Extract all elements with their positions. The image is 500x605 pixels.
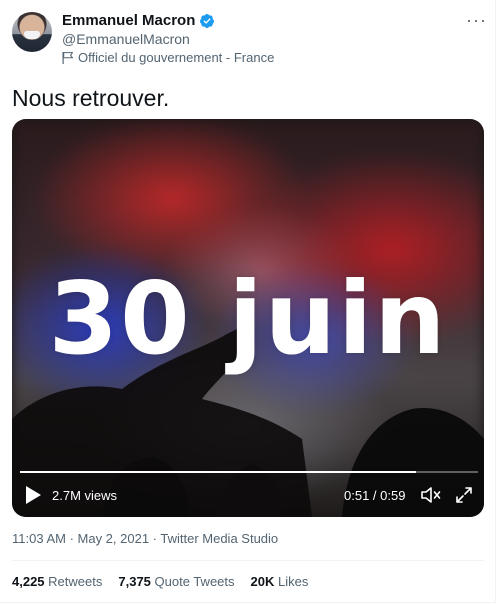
quote-tweets-label: Quote Tweets: [154, 574, 235, 589]
video-progress-bar[interactable]: [20, 471, 478, 473]
verified-badge-icon: [200, 13, 215, 28]
quote-tweets-stat[interactable]: 7,375 Quote Tweets: [118, 574, 234, 589]
video-progress-fill: [20, 471, 416, 473]
tweet-text: Nous retrouver.: [12, 85, 170, 111]
tweet-timestamp[interactable]: 11:03 AM · May 2, 2021 · Twitter Media S…: [12, 531, 278, 546]
government-label: Officiel du gouvernement - France: [62, 50, 274, 65]
video-overlay-text: 30 juin: [48, 260, 448, 377]
play-icon[interactable]: [24, 485, 42, 505]
likes-label: Likes: [278, 574, 309, 589]
more-icon[interactable]: ···: [466, 10, 487, 31]
volume-icon[interactable]: [420, 485, 442, 505]
retweets-label: Retweets: [48, 574, 103, 589]
avatar-mask: [24, 31, 40, 39]
flag-icon: [62, 51, 73, 64]
government-label-text: Officiel du gouvernement - France: [78, 50, 275, 65]
divider: [12, 560, 484, 561]
tweet-stats: 4,225 Retweets 7,375 Quote Tweets 20K Li…: [12, 574, 308, 589]
video-player[interactable]: 30 juin 2.7M views 0:51 / 0:59: [12, 119, 484, 517]
retweets-stat[interactable]: 4,225 Retweets: [12, 574, 102, 589]
avatar[interactable]: [12, 12, 52, 52]
author-name-row: Emmanuel Macron: [62, 12, 215, 29]
retweets-count: 4,225: [12, 574, 45, 589]
video-views: 2.7M views: [52, 488, 118, 503]
tweet-card: Emmanuel Macron @EmmanuelMacron Officiel…: [0, 0, 496, 603]
likes-count: 20K: [250, 574, 275, 589]
video-time: 0:51 / 0:59: [344, 488, 406, 503]
fullscreen-icon[interactable]: [455, 486, 473, 504]
likes-stat[interactable]: 20K Likes: [251, 574, 309, 589]
author-display-name[interactable]: Emmanuel Macron: [62, 12, 195, 29]
author-handle[interactable]: @EmmanuelMacron: [62, 31, 190, 47]
quote-tweets-count: 7,375: [118, 574, 151, 589]
